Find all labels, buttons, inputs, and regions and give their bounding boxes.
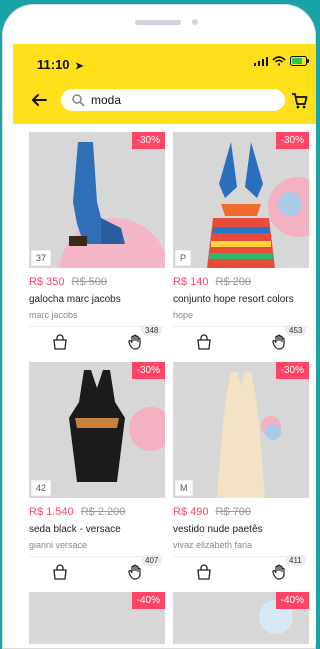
old-price: R$ 700 <box>215 506 252 518</box>
like-count: 453 <box>285 325 307 336</box>
size-badge: 37 <box>31 250 52 266</box>
current-price: R$ 350 <box>29 276 65 288</box>
hand-wave-icon[interactable] <box>127 333 145 351</box>
like-count: 411 <box>285 555 306 566</box>
top-bar: 11:10 ➤ moda <box>13 44 316 124</box>
status-time: 11:10 ➤ <box>37 57 84 72</box>
product-title[interactable]: galocha marc jacobs <box>29 294 165 305</box>
current-price: R$ 140 <box>173 276 209 288</box>
wifi-icon <box>272 56 286 66</box>
product-card[interactable]: -30% M R$ 490 R$ 700 vestido nude paetês… <box>173 362 309 591</box>
product-photo[interactable]: -40% <box>173 592 309 644</box>
product-photo[interactable]: -40% <box>29 592 165 644</box>
product-brand[interactable]: gianni versace <box>29 540 165 550</box>
price-row: R$ 350 R$ 500 <box>29 276 165 288</box>
signal-icon <box>254 57 268 66</box>
discount-badge: -40% <box>275 592 309 609</box>
hand-wave-icon[interactable] <box>271 333 289 351</box>
product-title[interactable]: seda black - versace <box>29 524 165 535</box>
product-actions: 348 <box>29 325 165 361</box>
like-count: 348 <box>141 325 163 336</box>
search-icon <box>72 94 85 107</box>
black-dress-image <box>69 370 125 482</box>
product-card[interactable]: -30% 42 R$ 1.540 R$ 2.200 seda black - v… <box>29 362 165 591</box>
product-brand[interactable]: marc jacobs <box>29 310 165 320</box>
status-icons <box>254 56 310 66</box>
rain-boot-image <box>69 142 125 246</box>
shopping-bag-icon[interactable] <box>195 333 213 351</box>
product-card[interactable]: -30% P R$ 140 R$ 200 conjunto hope resor… <box>173 132 309 361</box>
size-badge: 42 <box>31 480 52 496</box>
phone-camera <box>192 19 198 25</box>
app-screen: 11:10 ➤ moda -30% 37 R$ 350 R$ 500 galoc… <box>13 44 316 644</box>
current-price: R$ 490 <box>173 506 209 518</box>
shopping-bag-icon[interactable] <box>195 563 213 581</box>
product-card[interactable]: -30% 37 R$ 350 R$ 500 galocha marc jacob… <box>29 132 165 361</box>
old-price: R$ 2.200 <box>80 506 126 518</box>
phone-speaker <box>135 20 181 25</box>
back-arrow-icon[interactable] <box>29 90 49 110</box>
discount-badge: -30% <box>275 362 309 379</box>
price-row: R$ 140 R$ 200 <box>173 276 309 288</box>
product-actions: 411 <box>173 555 309 591</box>
discount-badge: -30% <box>275 132 309 149</box>
discount-badge: -40% <box>131 592 165 609</box>
product-title[interactable]: vestido nude paetês <box>173 524 309 535</box>
old-price: R$ 200 <box>215 276 252 288</box>
price-row: R$ 1.540 R$ 2.200 <box>29 506 165 518</box>
cart-icon[interactable] <box>289 90 309 110</box>
product-photo[interactable]: -30% 42 <box>29 362 165 498</box>
nude-dress-image <box>217 372 265 498</box>
current-price: R$ 1.540 <box>29 506 74 518</box>
shopping-bag-icon[interactable] <box>51 563 69 581</box>
product-actions: 407 <box>29 555 165 591</box>
size-badge: M <box>175 480 193 496</box>
discount-badge: -30% <box>131 362 165 379</box>
product-card[interactable]: -40% <box>29 592 165 644</box>
product-photo[interactable]: -30% 37 <box>29 132 165 268</box>
old-price: R$ 500 <box>71 276 108 288</box>
search-query: moda <box>91 93 122 107</box>
hand-wave-icon[interactable] <box>271 563 289 581</box>
product-brand[interactable]: hope <box>173 310 309 320</box>
battery-icon <box>290 56 309 66</box>
shopping-bag-icon[interactable] <box>51 333 69 351</box>
swimsuit-image <box>207 142 275 268</box>
hand-wave-icon[interactable] <box>127 563 145 581</box>
discount-badge: -30% <box>131 132 165 149</box>
product-brand[interactable]: vivaz elizabeth faria <box>173 540 309 550</box>
product-photo[interactable]: -30% P <box>173 132 309 268</box>
price-row: R$ 490 R$ 700 <box>173 506 309 518</box>
size-badge: P <box>175 250 192 266</box>
product-title[interactable]: conjunto hope resort colors <box>173 294 309 305</box>
product-actions: 453 <box>173 325 309 361</box>
product-card[interactable]: -40% <box>173 592 309 644</box>
phone-frame: 11:10 ➤ moda -30% 37 R$ 350 R$ 500 galoc… <box>2 4 316 649</box>
product-photo[interactable]: -30% M <box>173 362 309 498</box>
location-arrow-icon: ➤ <box>75 61 84 72</box>
search-input[interactable]: moda <box>61 89 285 111</box>
like-count: 407 <box>141 555 163 566</box>
